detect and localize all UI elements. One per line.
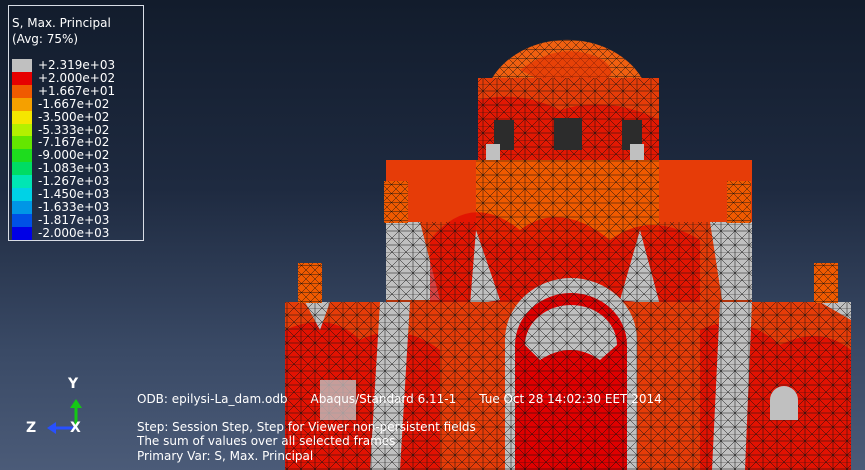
- primary-var-line: Primary Var: S, Max. Principal: [137, 448, 314, 463]
- legend-value: -1.633e+03: [38, 199, 110, 214]
- odb-name: ODB: epilysi-La_dam.odb: [137, 392, 288, 406]
- legend-swatch: [12, 149, 32, 163]
- legend-value: +2.000e+02: [38, 70, 116, 85]
- z-axis-label: Z: [26, 420, 37, 436]
- legend-swatch: [12, 136, 32, 150]
- legend-swatch: [12, 97, 32, 111]
- viewport-info: ODB: epilysi-La_dam.odb Abaqus/Standard …: [137, 392, 662, 463]
- legend-row: -1.817e+03: [12, 212, 110, 227]
- legend-value: -1.817e+03: [38, 212, 110, 227]
- solver-version: Abaqus/Standard 6.11-1: [310, 392, 457, 406]
- legend-row: +1.667e+01: [12, 83, 116, 98]
- x-axis-label: X: [70, 420, 81, 436]
- legend-swatch: [12, 59, 32, 72]
- frames-line: The sum of values over all selected fram…: [137, 434, 396, 448]
- legend-swatch: [12, 123, 32, 137]
- legend-swatch: [12, 175, 32, 189]
- legend-row: -1.633e+03: [12, 199, 110, 214]
- legend-value: -3.500e+02: [38, 109, 110, 124]
- y-axis-label: Y: [68, 376, 79, 392]
- odb-info-line: ODB: epilysi-La_dam.odb Abaqus/Standard …: [137, 392, 662, 407]
- legend-row: -3.500e+02: [12, 109, 110, 124]
- y-axis-arrowhead: [70, 399, 82, 408]
- legend-title-averaging: (Avg: 75%): [12, 32, 79, 46]
- legend-swatch: [12, 226, 32, 240]
- legend-value: -2.000e+03: [38, 225, 110, 240]
- legend-title: S, Max. Principal (Avg: 75%): [12, 15, 111, 47]
- legend-title-variable: S, Max. Principal: [12, 16, 111, 30]
- legend-row: -1.667e+02: [12, 96, 110, 111]
- legend-swatch: [12, 110, 32, 124]
- legend-row: -2.000e+03: [12, 225, 110, 240]
- legend-swatch: [12, 84, 32, 98]
- legend-row: +2.000e+02: [12, 70, 116, 85]
- legend-swatch: [12, 162, 32, 176]
- legend-value: -1.667e+02: [38, 96, 110, 111]
- legend-swatch: [12, 213, 32, 227]
- legend-value: +1.667e+01: [38, 83, 116, 98]
- legend-swatch: [12, 71, 32, 85]
- axis-triad: Y Z X: [22, 374, 92, 444]
- legend-swatch: [12, 200, 32, 214]
- legend-swatch: [12, 188, 32, 201]
- z-axis-arrowhead: [47, 422, 56, 434]
- step-line: Step: Session Step, Step for Viewer non-…: [137, 419, 476, 434]
- run-date: Tue Oct 28 14:02:30 EET 2014: [479, 392, 662, 406]
